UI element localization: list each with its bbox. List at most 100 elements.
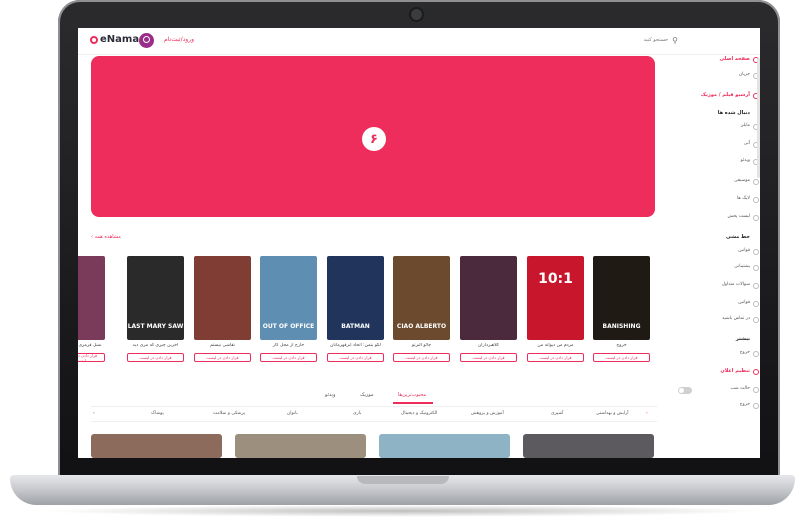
logo-text: eNama <box>100 34 140 45</box>
add-to-list-button[interactable]: قرار دادن در لیست <box>78 353 105 363</box>
sidebar-icon <box>753 265 759 271</box>
sidebar-icon <box>753 387 759 393</box>
movie-card[interactable]: 10:1 مردم من دیوانه من قرار دادن در لیست <box>527 256 584 362</box>
movie-poster[interactable]: 10:1 <box>527 256 584 340</box>
sidebar-item[interactable]: قوانین <box>738 300 750 305</box>
sidebar-item[interactable]: دنبال شده ها <box>718 110 750 116</box>
hero-banner[interactable]: ۶ <box>91 56 655 217</box>
add-to-list-button[interactable]: قرار دادن در لیست <box>127 353 184 362</box>
sidebar-item[interactable]: مایلز <box>741 123 750 128</box>
video-thumbnail[interactable] <box>91 434 222 458</box>
sidebar-icon <box>753 197 759 203</box>
add-to-list-button[interactable]: قرار دادن در لیست <box>460 353 517 362</box>
sidebar-item[interactable]: موسیقی <box>734 178 750 183</box>
user-icon[interactable] <box>139 33 154 48</box>
movie-card[interactable]: LAST MARY SAW آخرین چیزی که مری دید قرار د… <box>127 256 184 362</box>
category-item[interactable]: آموزش و پژوهش <box>471 411 504 416</box>
movie-title: خروج <box>616 343 627 348</box>
sidebar-icon <box>753 351 759 357</box>
video-thumbnail[interactable] <box>523 434 654 458</box>
movie-title: شنل قرمزی <box>78 343 102 348</box>
tab-popular[interactable]: محبوب‌ترین‌ها <box>398 392 426 398</box>
movie-poster[interactable] <box>460 256 517 340</box>
sidebar-item[interactable]: حالت شب <box>730 386 750 391</box>
category-item[interactable]: بانوان <box>287 411 298 416</box>
movie-card[interactable]: کلاهبرداران قرار دادن در لیست <box>460 256 517 362</box>
category-item[interactable]: پزشکی و سلامت <box>213 411 245 416</box>
content-tabs: ویدئو موزیک محبوب‌ترین‌ها <box>308 390 508 404</box>
tab-underline <box>393 402 433 404</box>
sidebar-item[interactable]: آرشیو فیلم / موزیک <box>701 92 750 98</box>
category-item[interactable]: پوشاک <box>151 411 164 416</box>
add-to-list-button[interactable]: قرار دادن در لیست <box>260 353 317 362</box>
sidebar-item[interactable]: خط مشی <box>726 234 750 240</box>
add-to-list-button[interactable]: قرار دادن در لیست <box>527 353 584 362</box>
movie-title: مردم من دیوانه من <box>537 343 574 348</box>
add-to-list-button[interactable]: قرار دادن در لیست <box>327 353 384 362</box>
sidebar-item[interactable]: صفحه اصلی <box>720 56 750 62</box>
see-all-label: مشاهده همه <box>94 234 121 240</box>
sidebar-item[interactable]: بیشتر <box>736 336 750 342</box>
sidebar-icon <box>753 283 759 289</box>
see-all-link[interactable]: ‹ مشاهده همه <box>91 234 121 240</box>
poster-text: 10:1 <box>538 271 573 287</box>
night-mode-toggle[interactable] <box>678 387 692 394</box>
add-to-list-button[interactable]: قرار دادن در لیست <box>393 353 450 362</box>
video-thumbnail[interactable] <box>235 434 366 458</box>
movie-poster[interactable] <box>194 256 251 340</box>
category-left-arrow[interactable]: ‹ <box>93 411 95 416</box>
category-item[interactable]: الکترونیک و دیجیتال <box>401 411 437 416</box>
video-thumbnails <box>91 434 657 458</box>
category-item[interactable]: آرایش و بهداشتی <box>596 411 629 416</box>
movie-title: کلاهبرداران <box>477 343 500 348</box>
logo[interactable]: eNama <box>90 34 139 45</box>
sidebar-icon <box>753 317 759 323</box>
sidebar-item[interactable]: سوالات متداول <box>722 282 750 287</box>
add-to-list-button[interactable]: قرار دادن در لیست <box>593 353 650 362</box>
tab-video[interactable]: ویدئو <box>325 392 335 398</box>
poster-text: OUT OF OFFICE <box>262 323 315 330</box>
movie-poster[interactable]: BANISHING <box>593 256 650 340</box>
poster-text: CIAO ALBERTO <box>396 323 447 330</box>
movie-card[interactable]: CIAO ALBERTO چائو آلبرتو قرار دادن در لیست <box>393 256 450 362</box>
movie-card[interactable]: BATMAN لگو بتمن: اتحاد ابرقهرمانان قرار دا… <box>327 256 384 362</box>
sidebar-icon <box>753 403 759 409</box>
movie-title: نقاشی نیستم <box>210 343 235 348</box>
scrollbar[interactable] <box>757 58 760 178</box>
category-right-arrow[interactable]: › <box>646 411 648 416</box>
sidebar-item[interactable]: لیست پخش <box>728 214 751 219</box>
signin-link[interactable]: ورود/ثبت‌نام <box>164 36 194 43</box>
movie-poster[interactable] <box>78 256 105 340</box>
sidebar-icon <box>753 179 759 185</box>
category-item[interactable]: آشپزی <box>551 411 563 416</box>
sidebar-item[interactable]: لایک ها <box>737 196 750 201</box>
movie-title: خارج از محل کار <box>272 343 305 348</box>
sidebar-item[interactable]: تنظیم اعلان <box>720 368 750 374</box>
screen: eNama ورود/ثبت‌نام ⚲ جستجو کنید ۶ ‹ مشاه… <box>78 28 760 458</box>
movie-poster[interactable]: LAST MARY SAW <box>127 256 184 340</box>
movie-title: چائو آلبرتو <box>411 343 432 348</box>
movie-poster[interactable]: OUT OF OFFICE <box>260 256 317 340</box>
laptop-shadow <box>40 505 765 517</box>
movie-poster[interactable]: BATMAN <box>327 256 384 340</box>
sidebar-item[interactable]: جریان <box>739 72 750 77</box>
movie-card[interactable]: OUT OF OFFICE خارج از محل کار قرار دادن در… <box>260 256 317 362</box>
movie-card[interactable]: شنل قرمزی قرار دادن در لیست <box>78 256 105 363</box>
sidebar-item[interactable]: خروج <box>740 402 750 407</box>
video-thumbnail[interactable] <box>379 434 510 458</box>
sidebar-item[interactable]: آنی <box>744 141 750 146</box>
sidebar-item[interactable]: در تماس باشید <box>722 316 750 321</box>
movie-poster[interactable]: CIAO ALBERTO <box>393 256 450 340</box>
add-to-list-button[interactable]: قرار دادن در لیست <box>194 353 251 362</box>
movie-card[interactable]: نقاشی نیستم قرار دادن در لیست <box>194 256 251 362</box>
sidebar-item[interactable]: ویدئو <box>741 158 750 163</box>
movie-card[interactable]: BANISHING خروج قرار دادن در لیست <box>593 256 650 362</box>
sidebar-item[interactable]: خروج <box>740 350 750 355</box>
category-item[interactable]: بازی <box>353 411 361 416</box>
search-input[interactable]: ⚲ جستجو کنید <box>608 34 678 46</box>
hero-badge: ۶ <box>362 127 386 151</box>
sidebar-item[interactable]: قوانین <box>738 248 750 253</box>
tab-music[interactable]: موزیک <box>360 392 374 398</box>
poster-text: BATMAN <box>341 323 370 330</box>
sidebar-item[interactable]: پشتیبانی <box>734 264 750 269</box>
